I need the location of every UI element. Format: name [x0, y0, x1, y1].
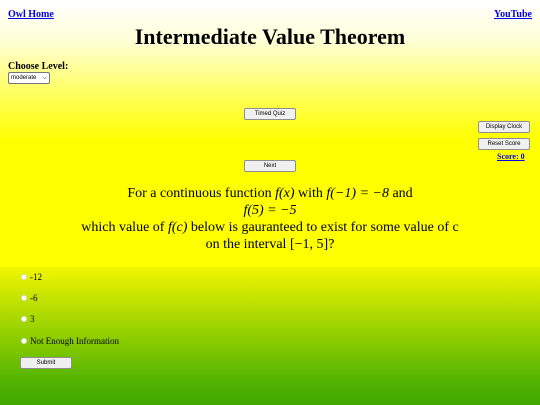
submit-button[interactable]: Submit [20, 357, 72, 369]
radio-button[interactable] [21, 338, 27, 344]
level-selected-value: moderate [11, 75, 37, 81]
choice-label: 3 [30, 314, 35, 324]
chevron-down-icon: ⌵ [42, 75, 47, 81]
radio-button[interactable] [21, 295, 27, 301]
question-part-2: with [294, 186, 327, 201]
question-part-1: For a continuous function [127, 186, 276, 201]
radio-button[interactable] [21, 316, 27, 322]
math-interval: [−1, 5] [289, 237, 329, 252]
choice-option[interactable]: -12 [21, 272, 42, 282]
display-clock-button[interactable]: Display Clock [478, 121, 530, 133]
choice-option[interactable]: -6 [21, 293, 38, 303]
math-f-5: f(5) = −5 [243, 203, 297, 218]
question-part-6: ? [328, 237, 335, 252]
page-title: Intermediate Value Theorem [134, 24, 406, 49]
choice-label: -12 [30, 272, 42, 282]
radio-button[interactable] [21, 274, 27, 280]
choice-label: Not Enough Information [30, 336, 119, 346]
next-button[interactable]: Next [244, 160, 296, 172]
math-f-c: f(c) [167, 220, 188, 235]
owl-home-link[interactable]: Owl Home [8, 9, 54, 20]
score-display[interactable]: Score: 0 [497, 152, 525, 161]
choice-label: -6 [30, 293, 38, 303]
question-part-4: which value of [81, 220, 168, 235]
youtube-link[interactable]: YouTube [494, 9, 532, 20]
level-label: Choose Level: [8, 61, 69, 72]
reset-score-button[interactable]: Reset Score [478, 138, 530, 150]
choice-option[interactable]: 3 [21, 314, 35, 324]
math-f-x: f(x) [275, 186, 295, 201]
question-text: For a continuous function f(x) with f(−1… [80, 185, 460, 253]
timed-quiz-button[interactable]: Timed Quiz [244, 108, 296, 120]
question-part-3: and [388, 186, 413, 201]
level-select[interactable]: moderate ⌵ [8, 72, 50, 84]
math-f-neg1: f(−1) = −8 [326, 186, 389, 201]
choice-option[interactable]: Not Enough Information [21, 336, 119, 346]
